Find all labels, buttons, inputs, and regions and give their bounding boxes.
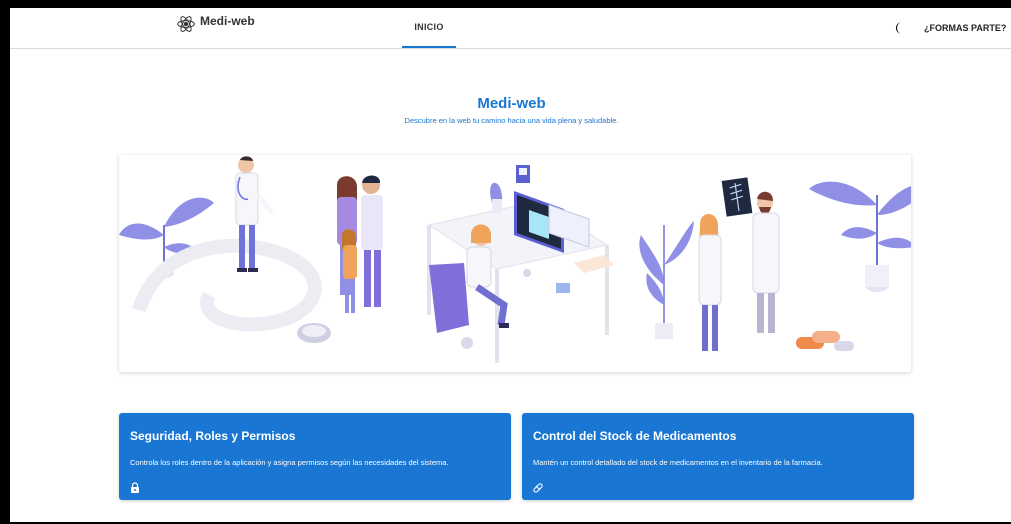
hero-illustration: [119, 155, 911, 372]
brand-name: Medi-web: [200, 14, 255, 28]
card-stock-description: Mantén un control detallado del stock de…: [533, 458, 823, 467]
doctors-with-xray: [698, 177, 780, 351]
atom-logo-icon: [177, 16, 195, 32]
page-subtitle: Descubre en la web tu camino hacia una v…: [404, 116, 619, 125]
pills-graphic: [796, 331, 854, 351]
tab-inicio[interactable]: INICIO: [402, 8, 456, 48]
page-title: Medi-web: [477, 95, 546, 112]
stethoscope-graphic: [132, 238, 331, 343]
pill-icon: [533, 483, 543, 493]
app-window: Medi-web INICIO ¿FORMAS PARTE? Medi-web …: [10, 8, 1011, 522]
card-security[interactable]: Seguridad, Roles y Permisos Controla los…: [119, 413, 511, 500]
brand-logo-link[interactable]: Medi-web: [176, 14, 255, 34]
card-security-title: Seguridad, Roles y Permisos: [130, 429, 296, 443]
card-stock-title: Control del Stock de Medicamentos: [533, 429, 737, 443]
right-plant: [809, 181, 911, 292]
medical-team-illustration: [119, 156, 911, 363]
lock-icon: [131, 482, 139, 493]
join-link[interactable]: ¿FORMAS PARTE?: [924, 23, 1006, 33]
moon-icon[interactable]: [893, 21, 907, 35]
middle-plant: [639, 221, 694, 339]
family-figures: [337, 175, 383, 313]
top-navbar: Medi-web INICIO ¿FORMAS PARTE?: [10, 8, 1011, 49]
card-security-description: Controla los roles dentro de la aplicaci…: [130, 458, 449, 467]
card-stock[interactable]: Control del Stock de Medicamentos Mantén…: [522, 413, 914, 500]
